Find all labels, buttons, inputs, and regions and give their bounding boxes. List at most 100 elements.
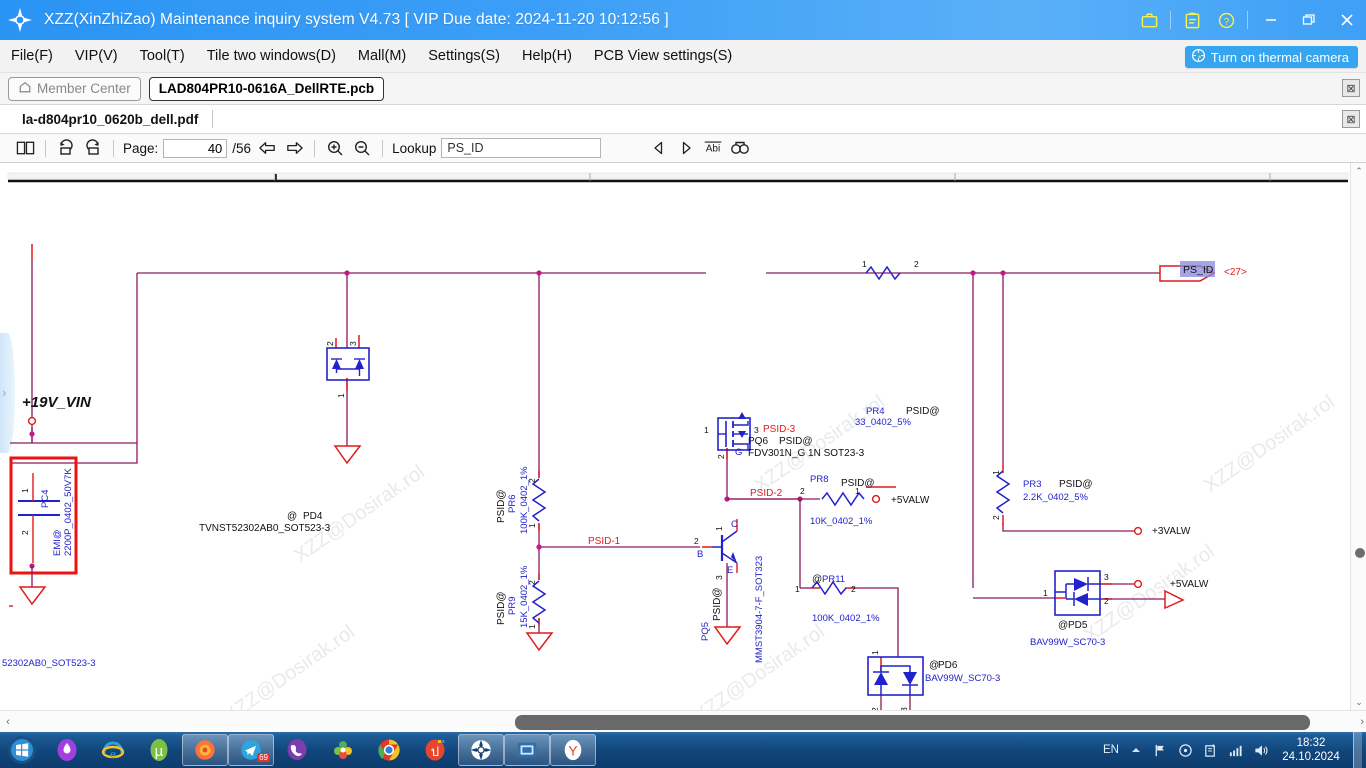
horizontal-scrollbar[interactable]: ‹ › <box>0 710 1366 732</box>
tab-pcb-file[interactable]: LAD804PR10-0616A_DellRTE.pcb <box>148 76 385 101</box>
scroll-right-button[interactable]: › <box>1360 716 1364 728</box>
chevron-up-icon[interactable] <box>1127 742 1144 759</box>
minimize-button[interactable] <box>1252 0 1290 40</box>
record-icon[interactable] <box>1177 742 1194 759</box>
pdf-viewer-icon[interactable] <box>504 734 550 766</box>
windows-start-icon[interactable] <box>0 733 44 767</box>
dual-page-icon[interactable] <box>14 137 36 159</box>
device-icon[interactable] <box>1202 742 1219 759</box>
svg-text:1: 1 <box>704 425 709 435</box>
component-PD5[interactable]: 1 3 2 @ PD5 BAV99W_SC70-3 <box>1030 570 1109 648</box>
thermal-camera-button[interactable]: Turn on thermal camera <box>1184 46 1358 68</box>
pdf-tab-bar: la-d804pr10_0620b_dell.pdf ⊠ <box>0 105 1366 134</box>
svg-text:1: 1 <box>714 526 724 531</box>
ground-symbol-2 <box>333 440 362 465</box>
scroll-left-button[interactable]: ‹ <box>0 716 16 728</box>
net-connector-ps-id[interactable]: PS_ID <27> <box>1159 261 1247 282</box>
horizontal-scroll-thumb[interactable] <box>515 715 1310 730</box>
scroll-up-button[interactable]: ⌃ <box>1351 163 1366 179</box>
menu-item-vip[interactable]: VIP(V) <box>64 45 129 67</box>
component-ref-PC4: PC4 <box>40 490 51 508</box>
menu-item-pcb-view-settings[interactable]: PCB View settings(S) <box>583 45 743 67</box>
binoculars-icon[interactable] <box>729 137 751 159</box>
window-title: XZZ(XinZhiZao) Maintenance inquiry syste… <box>44 11 669 28</box>
yandex-icon[interactable]: Y <box>550 734 596 766</box>
page-input[interactable] <box>163 138 228 158</box>
close-button[interactable] <box>1328 0 1366 40</box>
volume-icon[interactable] <box>1252 742 1269 759</box>
telegram-icon[interactable]: 69 <box>228 734 274 766</box>
component-prefix-PD4: @ <box>287 511 297 522</box>
junction-dot <box>29 431 35 437</box>
clock-time: 18:32 <box>1296 736 1326 749</box>
close-tab-row-button[interactable]: ⊠ <box>1342 79 1360 97</box>
abi-icon[interactable]: Abi <box>702 137 724 159</box>
vertical-scroll-thumb[interactable] <box>1355 548 1365 558</box>
menu-item-mall[interactable]: Mall(M) <box>347 45 417 67</box>
lookup-input[interactable] <box>441 138 602 158</box>
rotate-right-icon[interactable] <box>82 137 104 159</box>
component-prefix-PQ6: PSID@ <box>779 436 813 447</box>
prev-page-button[interactable] <box>256 137 278 159</box>
svg-text:1: 1 <box>795 584 800 594</box>
zoom-in-icon[interactable] <box>324 137 346 159</box>
svg-text:2: 2 <box>851 584 856 594</box>
viber-icon[interactable] <box>274 733 320 767</box>
component-PC4[interactable]: 1 2 PC4 EMI@ 2200P_0402_50V7K <box>9 456 78 575</box>
network-bars-icon[interactable] <box>1227 742 1244 759</box>
tab-member-center[interactable]: Member Center <box>8 76 141 101</box>
menu-item-tile-two-windows[interactable]: Tile two windows(D) <box>196 45 347 67</box>
help-icon[interactable]: ? <box>1209 0 1243 40</box>
menu-item-settings[interactable]: Settings(S) <box>417 45 511 67</box>
menu-item-help[interactable]: Help(H) <box>511 45 583 67</box>
zoom-out-icon[interactable] <box>351 137 373 159</box>
firefox-icon[interactable] <box>182 734 228 766</box>
svg-text:1: 1 <box>862 259 867 269</box>
schematic-canvas[interactable]: › XZZ@Dosirak.rol XZZ@Dosirak.rol XZZ@Do… <box>0 163 1366 710</box>
terminal-3valw <box>1133 526 1143 536</box>
net-wires <box>10 260 1165 710</box>
svg-text:e: e <box>110 746 116 761</box>
svg-text:2: 2 <box>716 454 726 459</box>
icq-icon[interactable] <box>320 733 366 767</box>
component-PD4[interactable]: 2 3 1 @ PD4 TVNST52302AB0_SOT523-3 <box>199 341 370 534</box>
utorrent-icon[interactable]: µ <box>136 733 182 767</box>
title-bar: XZZ(XinZhiZao) Maintenance inquiry syste… <box>0 0 1366 40</box>
opera-icon[interactable] <box>44 733 90 767</box>
chrome-icon[interactable] <box>366 733 412 767</box>
close-pdf-tab-button[interactable]: ⊠ <box>1342 110 1360 128</box>
component-PR3[interactable]: 1 2 PR3 PSID@ 2.2K_0402_5% <box>991 470 1093 520</box>
menu-item-tool[interactable]: Tool(T) <box>129 45 196 67</box>
ru-app-icon[interactable]: ป <box>412 733 458 767</box>
restore-button[interactable] <box>1290 0 1328 40</box>
component-PR11[interactable]: 1 2 @ PR11 100K_0402_1% <box>795 574 880 624</box>
search-prev-button[interactable] <box>648 137 670 159</box>
tray-language[interactable]: EN <box>1103 744 1119 756</box>
svg-text:1: 1 <box>1043 588 1048 598</box>
clock-date: 24.10.2024 <box>1282 751 1340 763</box>
internet-explorer-icon[interactable]: e <box>90 733 136 767</box>
component-PR8[interactable]: 2 1 PR8 PSID@ 10K_0402_1% <box>800 474 875 527</box>
component-PR9[interactable]: 2 1 PSID@ PR9 15K_0402_1% <box>496 565 547 629</box>
component-ref-PR3: PR3 <box>1023 479 1041 490</box>
component-prefix-PR11: @ <box>812 574 822 585</box>
component-PD6[interactable]: 1 2 3 @ PD6 BAV99W_SC70-3 <box>867 650 1000 710</box>
vertical-scrollbar[interactable]: ⌃ ⌄ <box>1350 163 1366 710</box>
show-desktop-button[interactable] <box>1353 732 1362 768</box>
rotate-left-icon[interactable] <box>55 137 77 159</box>
flag-icon[interactable] <box>1152 742 1169 759</box>
home-icon <box>18 80 32 97</box>
clock[interactable]: 18:32 24.10.2024 <box>1277 736 1345 765</box>
search-next-button[interactable] <box>675 137 697 159</box>
menu-item-file[interactable]: File(F) <box>0 45 64 67</box>
next-page-button[interactable] <box>283 137 305 159</box>
svg-text:1: 1 <box>870 650 880 655</box>
tab-pdf-file[interactable]: la-d804pr10_0620b_dell.pdf <box>22 112 198 127</box>
xzz-app-icon[interactable] <box>458 734 504 766</box>
toolbar-divider-3 <box>314 139 316 157</box>
component-PR6[interactable]: 2 1 PSID@ PR6 100K_0402_1% <box>496 466 547 534</box>
briefcase-icon[interactable] <box>1132 0 1166 40</box>
clipboard-icon[interactable] <box>1175 0 1209 40</box>
svg-text:Y: Y <box>568 743 577 759</box>
scroll-down-button[interactable]: ⌄ <box>1351 694 1366 710</box>
